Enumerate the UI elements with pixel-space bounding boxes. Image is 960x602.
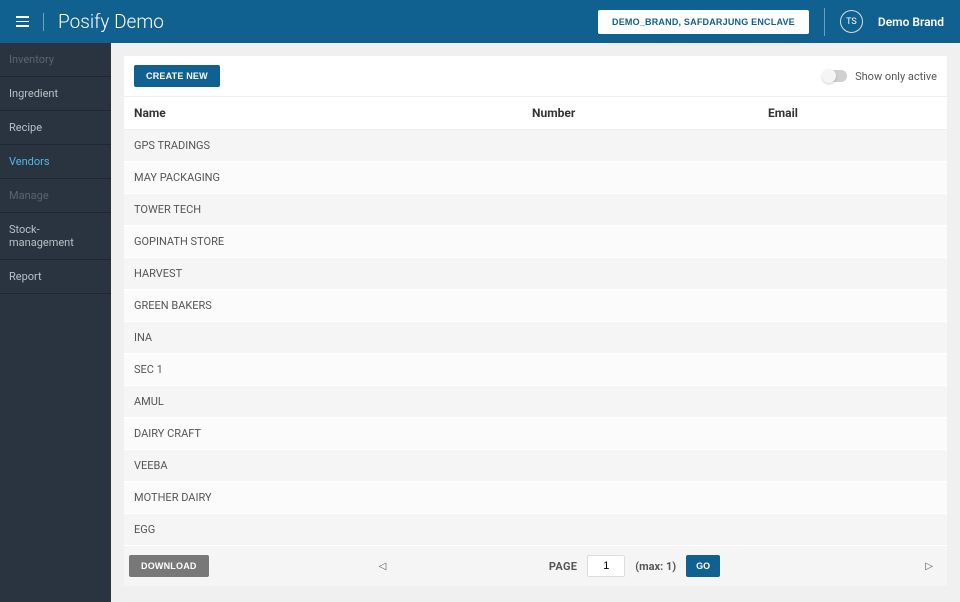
app-header: Posify Demo DEMO_BRAND, SAFDARJUNG ENCLA…: [0, 0, 960, 43]
brand-name: Demo Brand: [878, 15, 944, 29]
cell-number: [532, 427, 768, 440]
download-button[interactable]: DOWNLOAD: [129, 555, 209, 577]
cell-number: [532, 459, 768, 472]
content: CREATE NEW Show only active Name Number …: [111, 43, 960, 602]
cell-email: [768, 331, 937, 344]
hamburger-icon[interactable]: [16, 12, 29, 31]
page-label: PAGE: [549, 560, 577, 573]
cell-email: [768, 459, 937, 472]
table-row[interactable]: SEC 1: [124, 354, 947, 386]
cell-name: EGG: [134, 523, 532, 536]
cell-name: HARVEST: [134, 267, 532, 280]
table-header: Name Number Email: [124, 96, 947, 130]
table-row[interactable]: VEEBA: [124, 450, 947, 482]
header-right: DEMO_BRAND, SAFDARJUNG ENCLAVE TS Demo B…: [598, 8, 944, 36]
footer-bar: DOWNLOAD ◁ PAGE (max: 1) GO ▷: [124, 546, 947, 586]
cell-email: [768, 203, 937, 216]
column-header-email[interactable]: Email: [768, 106, 937, 120]
table-row[interactable]: MAY PACKAGING: [124, 162, 947, 194]
cell-name: MAY PACKAGING: [134, 171, 532, 184]
cell-name: TOWER TECH: [134, 203, 532, 216]
page-input[interactable]: [587, 555, 625, 577]
cell-number: [532, 139, 768, 152]
cell-email: [768, 235, 937, 248]
table-row[interactable]: MOTHER DAIRY: [124, 482, 947, 514]
cell-email: [768, 363, 937, 376]
cell-email: [768, 395, 937, 408]
cell-name: GPS TRADINGS: [134, 139, 532, 152]
cell-email: [768, 171, 937, 184]
column-header-number[interactable]: Number: [532, 106, 768, 120]
create-new-button[interactable]: CREATE NEW: [134, 65, 220, 87]
sidebar-item-stock-management[interactable]: Stock-management: [0, 213, 111, 260]
pagination: PAGE (max: 1) GO: [549, 555, 720, 577]
cell-number: [532, 235, 768, 248]
app-title: Posify Demo: [58, 10, 164, 33]
sidebar-header-inventory: Inventory: [0, 43, 111, 77]
cell-number: [532, 171, 768, 184]
table-row[interactable]: GREEN BAKERS: [124, 290, 947, 322]
table-row[interactable]: INA: [124, 322, 947, 354]
cell-email: [768, 427, 937, 440]
table-row[interactable]: EGG: [124, 514, 947, 546]
cell-email: [768, 267, 937, 280]
cell-name: GOPINATH STORE: [134, 235, 532, 248]
cell-email: [768, 299, 937, 312]
cell-number: [532, 523, 768, 536]
cell-number: [532, 203, 768, 216]
max-page-label: (max: 1): [635, 560, 676, 573]
show-active-toggle[interactable]: [823, 70, 847, 82]
cell-name: DAIRY CRAFT: [134, 427, 532, 440]
toolbar: CREATE NEW Show only active: [124, 56, 947, 96]
cell-number: [532, 491, 768, 504]
cell-number: [532, 395, 768, 408]
cell-email: [768, 139, 937, 152]
main-layout: Inventory Ingredient Recipe Vendors Mana…: [0, 43, 960, 602]
next-page-icon[interactable]: ▷: [925, 561, 933, 572]
cell-number: [532, 267, 768, 280]
table-row[interactable]: GOPINATH STORE: [124, 226, 947, 258]
cell-number: [532, 299, 768, 312]
cell-email: [768, 491, 937, 504]
cell-name: GREEN BAKERS: [134, 299, 532, 312]
column-header-name[interactable]: Name: [134, 106, 532, 120]
show-active-label: Show only active: [855, 70, 937, 83]
cell-name: INA: [134, 331, 532, 344]
cell-number: [532, 363, 768, 376]
table-row[interactable]: TOWER TECH: [124, 194, 947, 226]
table-body: GPS TRADINGS MAY PACKAGING TOWER TECH GO…: [124, 130, 947, 546]
cell-name: VEEBA: [134, 459, 532, 472]
table-row[interactable]: GPS TRADINGS: [124, 130, 947, 162]
go-button[interactable]: GO: [686, 555, 720, 577]
sidebar-header-manage: Manage: [0, 179, 111, 213]
prev-page-icon[interactable]: ◁: [379, 561, 387, 572]
sidebar: Inventory Ingredient Recipe Vendors Mana…: [0, 43, 111, 602]
sidebar-item-vendors[interactable]: Vendors: [0, 145, 111, 179]
divider: [824, 8, 825, 36]
cell-number: [532, 331, 768, 344]
toolbar-right: Show only active: [823, 70, 937, 83]
sidebar-item-recipe[interactable]: Recipe: [0, 111, 111, 145]
table-row[interactable]: AMUL: [124, 386, 947, 418]
divider: [43, 13, 44, 31]
location-button[interactable]: DEMO_BRAND, SAFDARJUNG ENCLAVE: [598, 10, 809, 34]
avatar[interactable]: TS: [840, 10, 863, 33]
cell-name: AMUL: [134, 395, 532, 408]
sidebar-item-report[interactable]: Report: [0, 260, 111, 294]
table-row[interactable]: DAIRY CRAFT: [124, 418, 947, 450]
table-row[interactable]: HARVEST: [124, 258, 947, 290]
cell-name: SEC 1: [134, 363, 532, 376]
cell-email: [768, 523, 937, 536]
sidebar-item-ingredient[interactable]: Ingredient: [0, 77, 111, 111]
vendors-panel: CREATE NEW Show only active Name Number …: [124, 56, 947, 586]
cell-name: MOTHER DAIRY: [134, 491, 532, 504]
